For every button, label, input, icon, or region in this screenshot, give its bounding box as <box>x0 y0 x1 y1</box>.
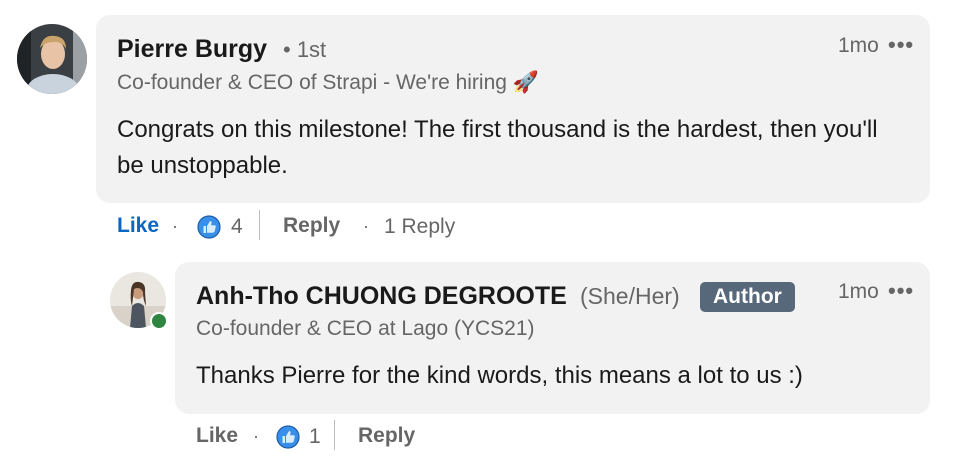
separator-dot: · <box>363 216 369 236</box>
action-divider <box>259 210 260 240</box>
reply-text: Thanks Pierre for the kind words, this m… <box>196 362 803 389</box>
reply-author-name[interactable]: Anh-Tho CHUONG DEGROOTE <box>196 282 567 311</box>
avatar-photo <box>17 24 87 94</box>
connection-degree: • 1st <box>283 37 327 62</box>
author-badge: Author <box>700 282 795 312</box>
more-options-icon[interactable]: ••• <box>888 32 914 58</box>
comment-text: Congrats on this milestone! The first th… <box>117 116 878 179</box>
reply-author-pronouns: (She/Her) <box>580 283 680 309</box>
reply-button[interactable]: Reply <box>358 424 415 448</box>
reply-author-headline: Co-founder & CEO at Lago (YCS21) <box>196 317 535 340</box>
avatar-anh-tho[interactable] <box>110 272 168 330</box>
separator-dot: · <box>172 216 178 236</box>
like-button[interactable]: Like <box>196 424 238 448</box>
like-button[interactable]: Like <box>117 214 159 238</box>
more-options-icon[interactable]: ••• <box>888 278 914 304</box>
online-status-icon <box>150 312 168 330</box>
reply-button[interactable]: Reply <box>283 214 340 238</box>
like-reaction-icon[interactable] <box>276 425 300 449</box>
reaction-count[interactable]: 1 <box>309 425 321 449</box>
like-reaction-icon[interactable] <box>197 215 221 239</box>
reply-timestamp: 1mo <box>838 280 879 303</box>
action-divider <box>334 420 335 450</box>
comment-author-name[interactable]: Pierre Burgy <box>117 35 267 64</box>
view-replies-link[interactable]: 1 Reply <box>384 215 455 239</box>
avatar-pierre-burgy[interactable] <box>17 24 87 94</box>
reaction-count[interactable]: 4 <box>231 215 243 239</box>
separator-dot: · <box>253 426 259 446</box>
comment-timestamp: 1mo <box>838 34 879 57</box>
comment-author-headline: Co-founder & CEO of Strapi - We're hirin… <box>117 71 539 94</box>
